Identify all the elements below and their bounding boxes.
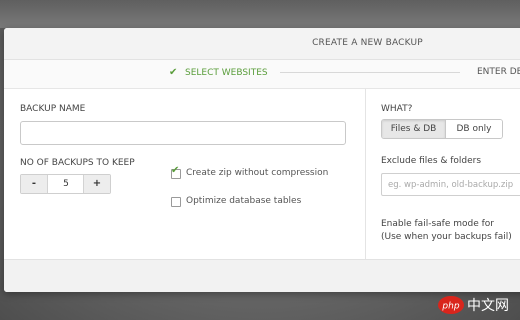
step-enter-details[interactable]: ENTER DE: [477, 67, 520, 77]
backups-count-value[interactable]: 5: [48, 175, 84, 193]
panel-divider: [365, 89, 366, 259]
wizard-steps: ✔ SELECT WEBSITES ENTER DE: [4, 60, 520, 89]
check-icon: ✔: [169, 67, 178, 78]
zip-no-compression-label[interactable]: Create zip without compression: [186, 168, 328, 178]
modal-title: CREATE A NEW BACKUP: [312, 38, 423, 48]
increment-button[interactable]: +: [83, 175, 110, 193]
background-top-strip: [0, 0, 520, 28]
optimize-db-label[interactable]: Optimize database tables: [186, 196, 301, 206]
modal-header: CREATE A NEW BACKUP: [4, 28, 520, 60]
step-connector: [280, 72, 460, 73]
backups-to-keep-label: NO OF BACKUPS TO KEEP: [20, 158, 135, 168]
logo-latin-text: php: [441, 302, 459, 312]
exclude-label: Exclude files & folders: [381, 156, 482, 166]
step-select-websites[interactable]: ✔ SELECT WEBSITES: [169, 67, 268, 78]
logo-cjk-text: 中文网: [467, 298, 509, 314]
db-only-option[interactable]: DB only: [446, 120, 502, 138]
backup-name-input[interactable]: [20, 121, 346, 145]
files-and-db-option[interactable]: Files & DB: [382, 120, 446, 138]
what-label: WHAT?: [381, 104, 413, 114]
create-backup-modal: CREATE A NEW BACKUP ✔ SELECT WEBSITES ENT…: [4, 28, 520, 292]
optimize-db-checkbox[interactable]: [171, 197, 181, 207]
modal-footer: [4, 259, 520, 292]
failsafe-hint: (Use when your backups fail): [381, 232, 512, 242]
backup-name-label: BACKUP NAME: [20, 104, 86, 114]
step-select-websites-label: SELECT WEBSITES: [185, 68, 268, 78]
what-toggle-group: Files & DB DB only: [381, 119, 503, 139]
exclude-input[interactable]: [381, 173, 520, 196]
backups-to-keep-stepper: - 5 +: [20, 174, 111, 194]
php-cn-watermark-logo: php 中文网: [438, 296, 509, 314]
zip-no-compression-checkbox[interactable]: ✔: [171, 165, 181, 179]
checkmark-icon: ✔: [171, 165, 180, 176]
failsafe-label: Enable fail-safe mode for: [381, 219, 494, 229]
decrement-button[interactable]: -: [21, 175, 48, 193]
